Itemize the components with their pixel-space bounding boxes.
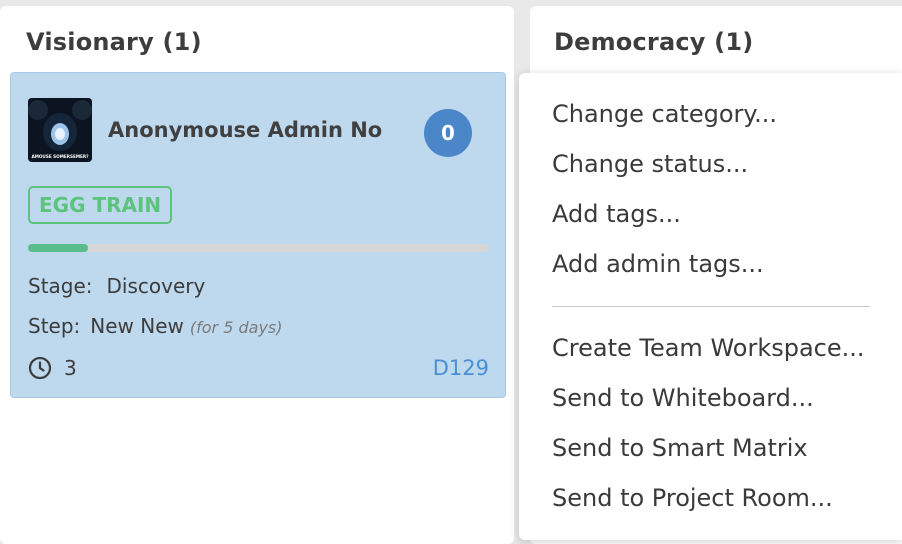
clock-icon	[28, 356, 52, 380]
column-title: Democracy (1)	[554, 28, 754, 56]
menu-item-change-status[interactable]: Change status...	[552, 150, 748, 178]
card-title[interactable]: Anonymouse Admin No	[108, 118, 382, 142]
column-visionary: Visionary (1) AMOUSE SOMERSEMER? Anonymo…	[0, 6, 514, 544]
time-indicator: 3	[28, 356, 77, 380]
stage-value: Discovery	[106, 274, 206, 298]
column-title: Visionary (1)	[26, 28, 202, 56]
stage-label: Stage:	[28, 274, 93, 298]
progress-bar	[28, 244, 489, 252]
menu-item-change-category[interactable]: Change category...	[552, 100, 777, 128]
card-id-link[interactable]: D129	[433, 356, 489, 380]
menu-item-add-admin-tags[interactable]: Add admin tags...	[552, 250, 764, 278]
menu-item-add-tags[interactable]: Add tags...	[552, 200, 681, 228]
step-row: Step: New New (for 5 days)	[28, 314, 283, 338]
avatar-image: AMOUSE SOMERSEMER?	[28, 98, 92, 162]
context-menu: Change category... Change status... Add …	[519, 73, 902, 540]
menu-divider	[552, 306, 870, 307]
progress-fill	[28, 244, 88, 252]
menu-item-send-to-project-room[interactable]: Send to Project Room...	[552, 484, 833, 512]
stage-row: Stage: Discovery	[28, 274, 205, 298]
tag-chip[interactable]: EGG TRAIN	[28, 186, 173, 224]
menu-item-send-to-smart-matrix[interactable]: Send to Smart Matrix	[552, 434, 808, 462]
step-value: New New	[90, 314, 184, 338]
time-count: 3	[64, 356, 77, 380]
idea-card[interactable]: AMOUSE SOMERSEMER? Anonymouse Admin No 0…	[10, 72, 506, 398]
step-duration: (for 5 days)	[189, 318, 283, 337]
menu-item-send-to-whiteboard[interactable]: Send to Whiteboard...	[552, 384, 814, 412]
comment-count-badge[interactable]: 0	[424, 109, 472, 157]
menu-item-create-team-workspace[interactable]: Create Team Workspace...	[552, 334, 865, 362]
avatar[interactable]: AMOUSE SOMERSEMER?	[28, 98, 92, 162]
avatar-caption: AMOUSE SOMERSEMER?	[31, 154, 89, 159]
step-label: Step:	[28, 314, 81, 338]
